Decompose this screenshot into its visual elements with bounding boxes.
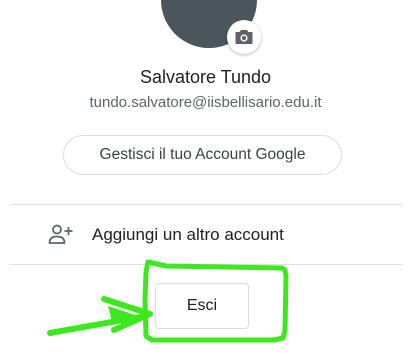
add-account-label: Aggiungi un altro account — [92, 225, 284, 244]
person-add-icon — [48, 224, 73, 244]
sign-out-button[interactable]: Esci — [155, 283, 249, 329]
account-email: tundo.salvatore@iisbellisario.edu.it — [89, 94, 322, 111]
add-account-item[interactable]: Aggiungi un altro account — [0, 205, 411, 264]
account-name: Salvatore Tundo — [139, 67, 272, 87]
divider — [10, 264, 403, 265]
camera-icon — [235, 30, 253, 44]
arrow-icon — [47, 314, 143, 336]
manage-account-button[interactable]: Gestisci il tuo Account Google — [63, 135, 342, 175]
change-photo-button[interactable] — [227, 20, 261, 54]
